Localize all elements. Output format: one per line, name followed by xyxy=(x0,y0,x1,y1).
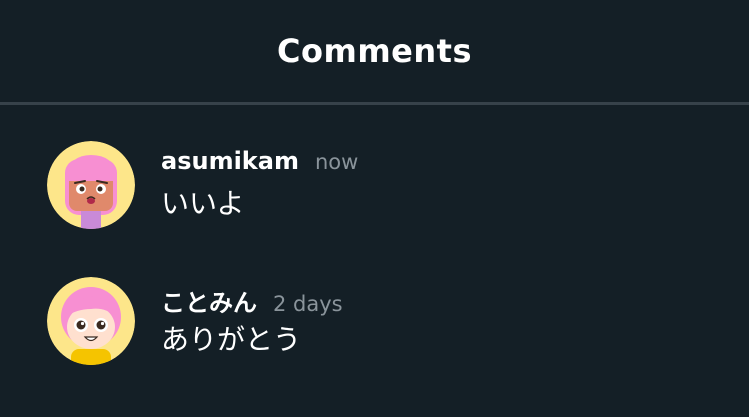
comment-item: ことみん 2 days ありがとう xyxy=(0,274,749,374)
header: Comments xyxy=(0,0,749,102)
timestamp: now xyxy=(314,150,359,174)
comment-text: いいよ xyxy=(161,187,245,220)
header-divider xyxy=(0,102,749,105)
timestamp: 2 days xyxy=(273,292,343,316)
username[interactable]: asumikam xyxy=(161,147,299,175)
smiling-pink-haired-character-avatar-icon xyxy=(47,277,135,365)
page-title: Comments xyxy=(277,32,472,70)
avatar[interactable] xyxy=(47,141,135,229)
comment-meta: asumikam now xyxy=(161,147,358,175)
comment-meta: ことみん 2 days xyxy=(161,283,343,318)
comment-item: asumikam now いいよ xyxy=(0,138,749,238)
pink-haired-character-avatar-icon xyxy=(47,141,135,229)
avatar[interactable] xyxy=(47,277,135,365)
username[interactable]: ことみん xyxy=(161,283,257,318)
comment-text: ありがとう xyxy=(161,323,302,356)
